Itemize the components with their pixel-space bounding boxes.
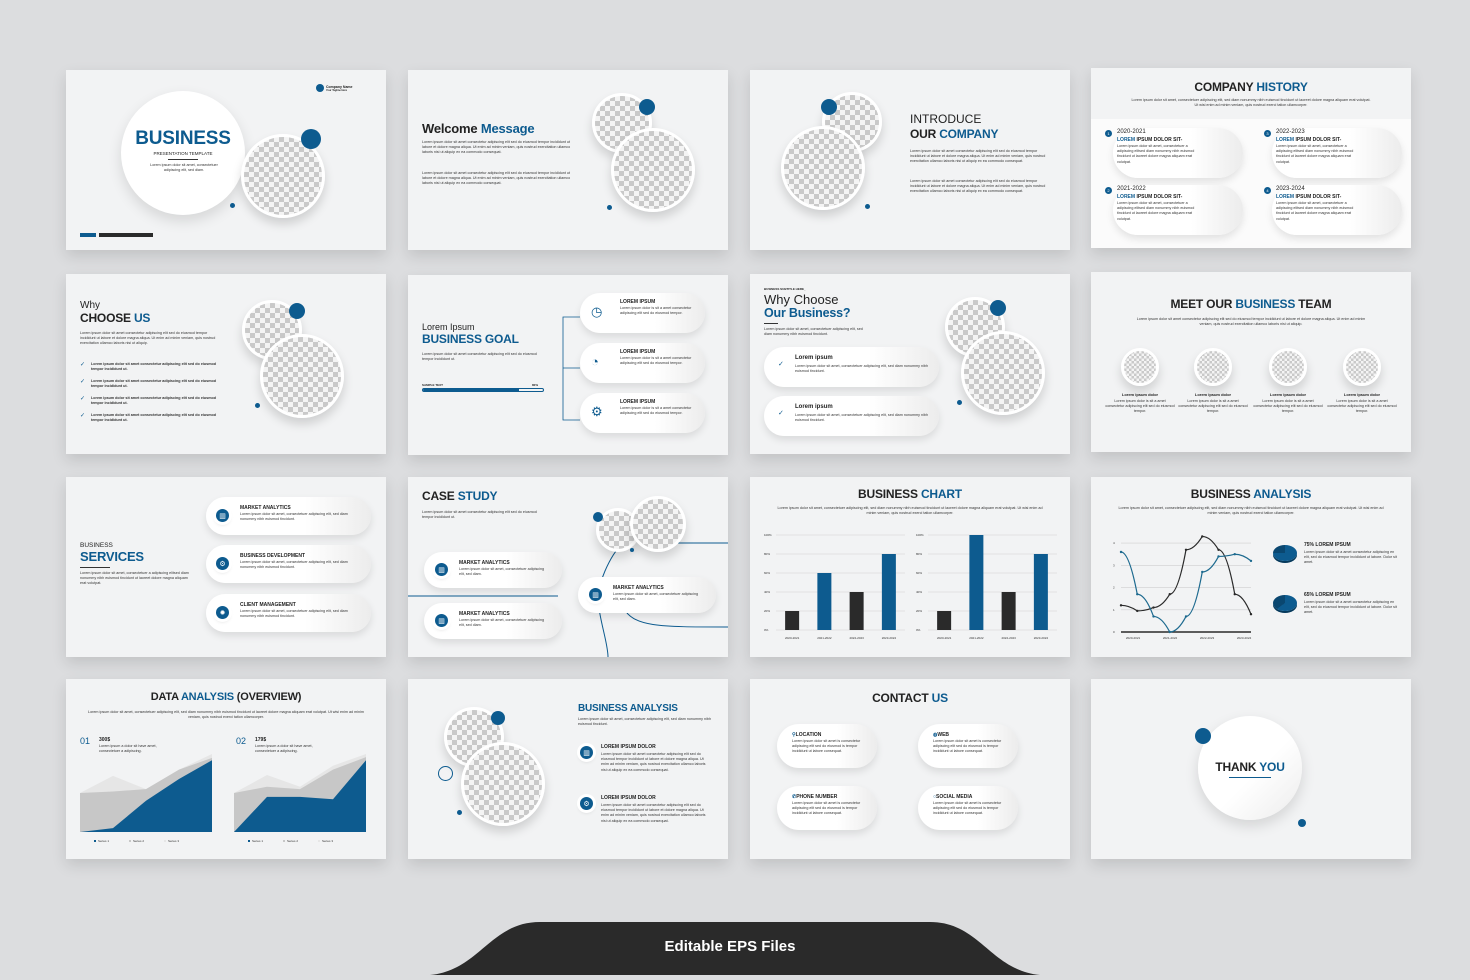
bottom-banner (430, 922, 1040, 975)
banner-text: Editable EPS Files (664, 938, 796, 955)
